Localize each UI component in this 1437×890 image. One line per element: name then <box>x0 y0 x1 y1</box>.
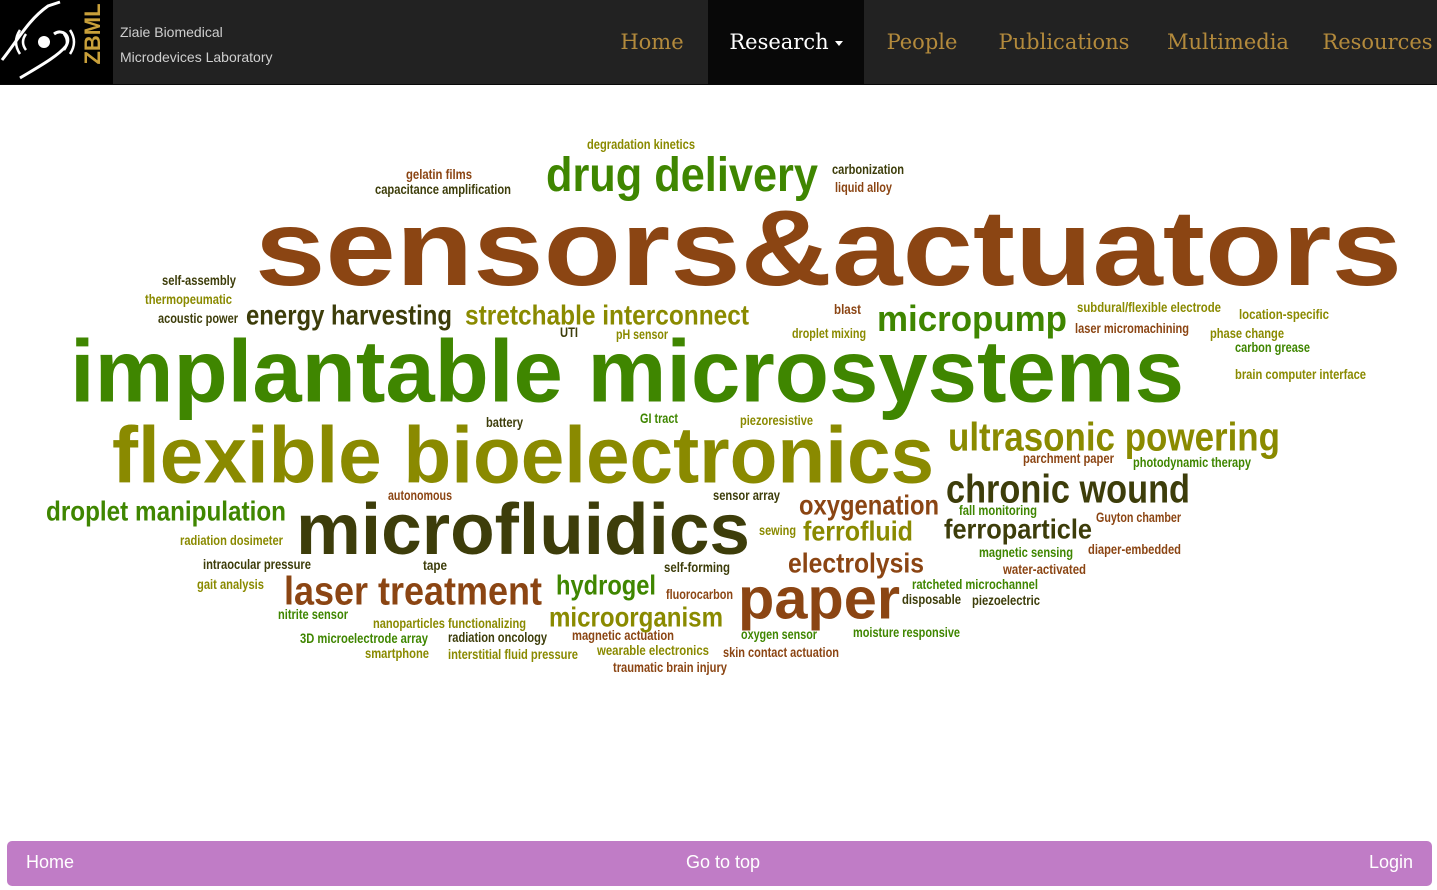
cloud-word[interactable]: liquid alloy <box>835 180 892 195</box>
nav-home[interactable]: Home <box>607 0 697 84</box>
research-word-cloud: sensors&actuators implantable microsyste… <box>0 85 1437 785</box>
cloud-word[interactable]: ultrasonic powering <box>948 418 1280 458</box>
nav-research[interactable]: Research <box>708 0 864 84</box>
cloud-word[interactable]: thermopeumatic <box>145 292 232 307</box>
top-navbar: ZBML Ziaie Biomedical Microdevices Labor… <box>0 0 1437 85</box>
login-link[interactable]: Login <box>1369 841 1413 884</box>
cloud-word[interactable]: wearable electronics <box>597 643 709 658</box>
nav-research-label: Research <box>729 30 829 54</box>
lab-name-line1: Ziaie Biomedical <box>120 24 223 40</box>
cloud-word[interactable]: interstitial fluid pressure <box>448 647 578 662</box>
cloud-word[interactable]: electrolysis <box>788 550 924 578</box>
footer-home-link[interactable]: Home <box>26 841 74 884</box>
cloud-word[interactable]: fall monitoring <box>959 503 1037 518</box>
cloud-word[interactable]: piezoresistive <box>740 413 813 428</box>
footer-bar: Home Go to top Login <box>7 841 1432 886</box>
nav-people[interactable]: People <box>876 0 968 84</box>
cloud-word[interactable]: droplet manipulation <box>46 498 286 526</box>
cloud-word[interactable]: diaper-embedded <box>1088 542 1181 557</box>
cloud-word[interactable]: smartphone <box>365 646 429 661</box>
cloud-word[interactable]: microfluidics <box>296 494 750 566</box>
cloud-word[interactable]: brain computer interface <box>1235 367 1366 382</box>
cloud-word[interactable]: pH sensor <box>616 327 668 342</box>
nav-publications[interactable]: Publications <box>990 0 1138 84</box>
cloud-word[interactable]: autonomous <box>388 488 452 503</box>
cloud-word[interactable]: moisture responsive <box>853 625 960 640</box>
cloud-word[interactable]: parchment paper <box>1023 451 1114 466</box>
cloud-word[interactable]: sewing <box>759 523 796 538</box>
svg-text:ZBML: ZBML <box>80 3 105 64</box>
cloud-word[interactable]: radiation oncology <box>448 630 547 645</box>
cloud-word[interactable]: intraocular pressure <box>203 557 311 572</box>
cloud-word[interactable]: photodynamic therapy <box>1133 455 1251 470</box>
cloud-word[interactable]: magnetic actuation <box>572 628 674 643</box>
cloud-word[interactable]: battery <box>486 415 523 430</box>
cloud-word[interactable]: disposable <box>902 592 961 607</box>
cloud-word[interactable]: fluorocarbon <box>666 587 733 602</box>
cloud-word[interactable]: magnetic sensing <box>979 545 1073 560</box>
cloud-word[interactable]: water-activated <box>1003 562 1086 577</box>
go-to-top-link[interactable]: Go to top <box>686 841 760 884</box>
cloud-word[interactable]: acoustic power <box>158 311 238 326</box>
lab-name[interactable]: Ziaie Biomedical Microdevices Laboratory <box>120 20 273 70</box>
nav-multimedia[interactable]: Multimedia <box>1160 0 1296 84</box>
cloud-word[interactable]: degradation kinetics <box>587 137 695 152</box>
cloud-word[interactable]: energy harvesting <box>246 302 452 330</box>
hand-waves-icon: ZBML <box>0 0 113 84</box>
cloud-word[interactable]: gait analysis <box>197 577 264 592</box>
cloud-word[interactable]: radiation dosimeter <box>180 533 283 548</box>
cloud-word[interactable]: capacitance amplification <box>375 182 511 197</box>
cloud-word[interactable]: traumatic brain injury <box>613 660 727 675</box>
cloud-word[interactable]: self-forming <box>664 560 730 575</box>
cloud-word[interactable]: oxygen sensor <box>741 627 817 642</box>
cloud-word[interactable]: nitrite sensor <box>278 607 348 622</box>
cloud-word[interactable]: self-assembly <box>162 273 236 288</box>
cloud-word[interactable]: skin contact actuation <box>723 645 839 660</box>
cloud-word[interactable]: tape <box>423 558 447 573</box>
cloud-word[interactable]: UTI <box>560 325 578 340</box>
cloud-word[interactable]: hydrogel <box>556 572 656 600</box>
cloud-word[interactable]: droplet mixing <box>792 326 866 341</box>
cloud-word[interactable]: piezoelectric <box>972 593 1040 608</box>
cloud-word[interactable]: carbon grease <box>1235 340 1310 355</box>
caret-down-icon <box>834 41 843 46</box>
lab-name-line2: Microdevices Laboratory <box>120 49 273 65</box>
cloud-word[interactable]: gelatin films <box>406 167 472 182</box>
cloud-word[interactable]: laser micromachining <box>1075 321 1189 336</box>
cloud-word[interactable]: sensor array <box>713 488 780 503</box>
cloud-word[interactable]: micropump <box>877 301 1067 338</box>
cloud-word[interactable]: ferroparticle <box>944 516 1092 544</box>
cloud-word[interactable]: ferrofluid <box>803 518 913 546</box>
cloud-word[interactable]: GI tract <box>640 411 678 426</box>
nav-resources[interactable]: Resources <box>1318 0 1437 84</box>
cloud-word[interactable]: location-specific <box>1239 307 1329 322</box>
cloud-word[interactable]: Guyton chamber <box>1096 510 1181 525</box>
cloud-word[interactable]: blast <box>834 302 861 317</box>
cloud-word[interactable]: ratcheted microchannel <box>912 577 1038 592</box>
cloud-word[interactable]: drug delivery <box>546 152 818 200</box>
lab-logo[interactable]: ZBML <box>0 0 113 84</box>
cloud-word[interactable]: 3D microelectrode array <box>300 631 428 646</box>
cloud-word[interactable]: subdural/flexible electrode <box>1077 300 1221 315</box>
cloud-word[interactable]: sensors&actuators <box>255 195 1402 303</box>
cloud-word[interactable]: stretchable interconnect <box>465 302 749 330</box>
cloud-word[interactable]: carbonization <box>832 162 904 177</box>
